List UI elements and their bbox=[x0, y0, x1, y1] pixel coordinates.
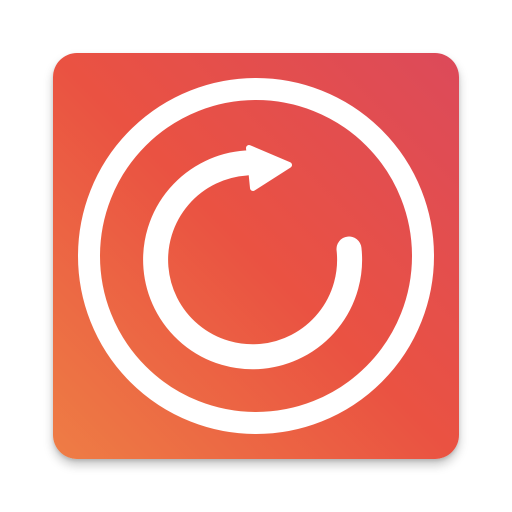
icon-canvas bbox=[0, 0, 512, 512]
refresh-icon bbox=[53, 53, 459, 459]
app-icon-tile[interactable] bbox=[53, 53, 459, 459]
icon-background bbox=[53, 53, 459, 459]
